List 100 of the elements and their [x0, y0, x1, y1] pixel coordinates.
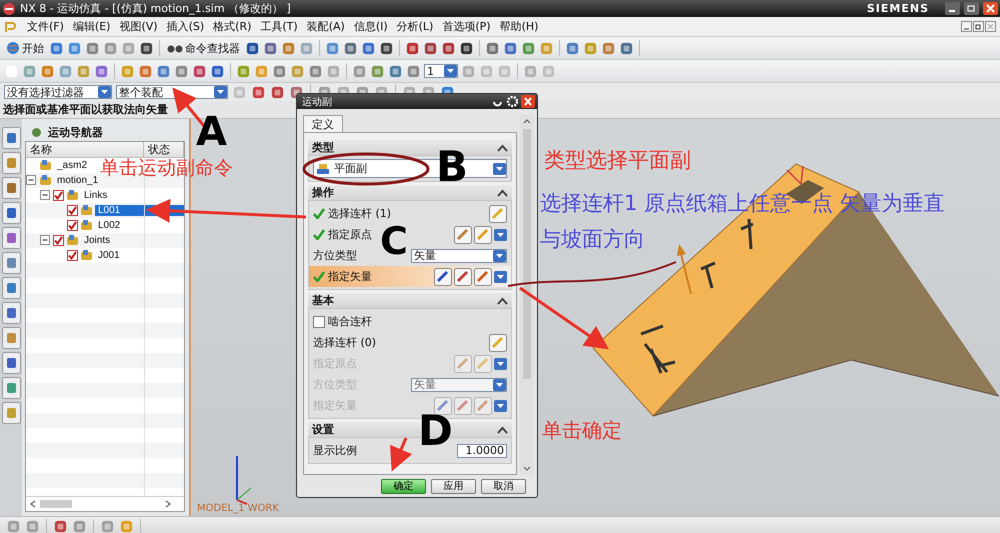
navigator-icon — [31, 126, 42, 138]
checkbox[interactable] — [67, 250, 78, 261]
dialog-button[interactable]: 确定 — [381, 478, 426, 494]
section-header[interactable]: 基本 — [312, 293, 334, 308]
node-icon — [66, 234, 79, 247]
filter-dropdown[interactable]: 没有选择过滤器 — [4, 85, 112, 99]
annotation-text: 单击确定 — [542, 420, 622, 440]
resource-bar-icon[interactable] — [2, 152, 20, 174]
menu-item[interactable]: 装配(A) — [306, 19, 345, 34]
node-icon — [66, 189, 79, 202]
toolbar-icon[interactable] — [405, 40, 420, 56]
collapse-icon[interactable] — [497, 426, 508, 434]
collapse-icon[interactable] — [497, 296, 508, 304]
resource-bar-icon[interactable] — [2, 327, 20, 349]
start-button[interactable]: 开始 — [4, 40, 46, 56]
command-finder-button[interactable]: 命令查找器 — [165, 40, 242, 56]
maximize-button[interactable] — [964, 2, 979, 15]
toolbar-icon[interactable] — [210, 64, 225, 78]
toolbar-icon[interactable] — [441, 40, 456, 56]
minimize-button[interactable] — [945, 2, 960, 15]
minimize-button[interactable] — [961, 21, 972, 32]
menu-item[interactable]: 插入(S) — [166, 19, 204, 34]
resource-bar-icon[interactable] — [2, 227, 20, 249]
resource-bar-icon[interactable] — [2, 402, 20, 424]
tree-item[interactable]: _asm2 — [54, 160, 90, 171]
collapse-icon[interactable] — [497, 188, 508, 196]
field-label: 显示比例 — [313, 443, 357, 458]
brand-name: SIEMENS — [866, 2, 929, 15]
dialog-button[interactable]: 取消 — [481, 478, 526, 494]
checkbox[interactable] — [53, 190, 64, 201]
resource-bar-icon[interactable] — [2, 127, 20, 149]
horizontal-scrollbar[interactable] — [26, 496, 184, 511]
field-label: 选择连杆 (0) — [313, 335, 376, 350]
tree-item[interactable]: motion_1 — [54, 175, 102, 186]
toolbar-icon[interactable] — [423, 40, 438, 56]
collapse-icon[interactable] — [497, 144, 508, 152]
collapse-icon[interactable] — [26, 175, 37, 186]
menu-item[interactable]: 编辑(E) — [72, 19, 110, 34]
view-label: MODEL_1 WORK — [197, 503, 279, 514]
orientation-dropdown[interactable]: 矢量 — [411, 248, 507, 262]
tree-item[interactable]: Joints — [81, 235, 114, 246]
resource-bar-icon[interactable] — [2, 277, 20, 299]
node-icon — [39, 174, 52, 187]
tab[interactable]: 定义 — [303, 115, 343, 132]
field-label: 方位类型 — [313, 377, 357, 392]
checkbox[interactable] — [313, 316, 325, 328]
menu-item[interactable]: 视图(V) — [119, 19, 158, 34]
tree-item[interactable]: L002 — [95, 220, 124, 231]
dialog-button[interactable]: 应用 — [431, 478, 476, 494]
prompt-text: 选择面或基准平面以获取法向矢量 — [3, 102, 168, 117]
checkbox[interactable] — [67, 205, 78, 216]
app-logo-icon — [2, 2, 16, 16]
scope-dropdown[interactable]: 整个装配 — [116, 85, 228, 99]
column-header[interactable]: 名称 — [26, 142, 144, 157]
section-header[interactable]: 设置 — [312, 422, 334, 437]
menu-item[interactable]: 分析(L) — [396, 19, 434, 34]
tree-item[interactable]: J001 — [95, 250, 123, 261]
field-label: 指定矢量 — [313, 398, 357, 413]
menu-item[interactable]: 格式(R) — [213, 19, 252, 34]
vertical-scrollbar[interactable] — [520, 115, 534, 475]
field-label: 指定矢量 — [328, 269, 372, 284]
globe-icon — [6, 41, 20, 55]
resource-bar-icon[interactable] — [2, 202, 20, 224]
dialog-title: 运动副 — [302, 96, 332, 108]
resource-bar-icon[interactable] — [2, 377, 20, 399]
node-icon — [80, 204, 93, 217]
node-icon — [80, 249, 93, 262]
section-header[interactable]: 类型 — [312, 140, 334, 155]
annotation-letter: A — [196, 112, 227, 152]
frame-dropdown[interactable]: 1 — [424, 64, 458, 78]
menu-item[interactable]: 工具(T) — [260, 19, 298, 34]
menu-item[interactable]: 首选项(P) — [442, 19, 491, 34]
annotation-text: 类型选择平面副 — [544, 150, 691, 171]
toolbar-icon[interactable] — [139, 40, 154, 56]
checkbox[interactable] — [53, 235, 64, 246]
section-header[interactable]: 操作 — [312, 185, 334, 200]
collapse-icon[interactable] — [40, 190, 51, 201]
menu-item[interactable]: 帮助(H) — [500, 19, 538, 34]
checkbox-label: 啮合连杆 — [328, 314, 372, 329]
close-button[interactable] — [521, 95, 535, 108]
close-button[interactable] — [983, 2, 998, 15]
resource-bar-icon[interactable] — [2, 177, 20, 199]
column-header[interactable]: 状态 — [144, 142, 184, 157]
checkbox[interactable] — [67, 220, 78, 231]
scale-input[interactable]: 1.0000 — [457, 444, 507, 458]
toolbar-icon[interactable] — [459, 40, 474, 56]
resource-bar-icon[interactable] — [2, 252, 20, 274]
menu-logo-icon[interactable] — [4, 20, 18, 34]
settings-icon[interactable] — [506, 95, 519, 108]
resource-bar-icon[interactable] — [2, 302, 20, 324]
toolbar-icon[interactable] — [245, 40, 260, 56]
toolbar-icon[interactable] — [379, 40, 394, 56]
joint-icon — [316, 162, 330, 176]
tree-item[interactable]: Links — [81, 190, 110, 201]
menu-item[interactable]: 文件(F) — [27, 19, 64, 34]
menu-item[interactable]: 信息(I) — [354, 19, 388, 34]
resource-bar-icon[interactable] — [2, 352, 20, 374]
vector-arrow — [677, 244, 692, 294]
restore-button[interactable] — [973, 21, 984, 32]
collapse-icon[interactable] — [40, 235, 51, 246]
